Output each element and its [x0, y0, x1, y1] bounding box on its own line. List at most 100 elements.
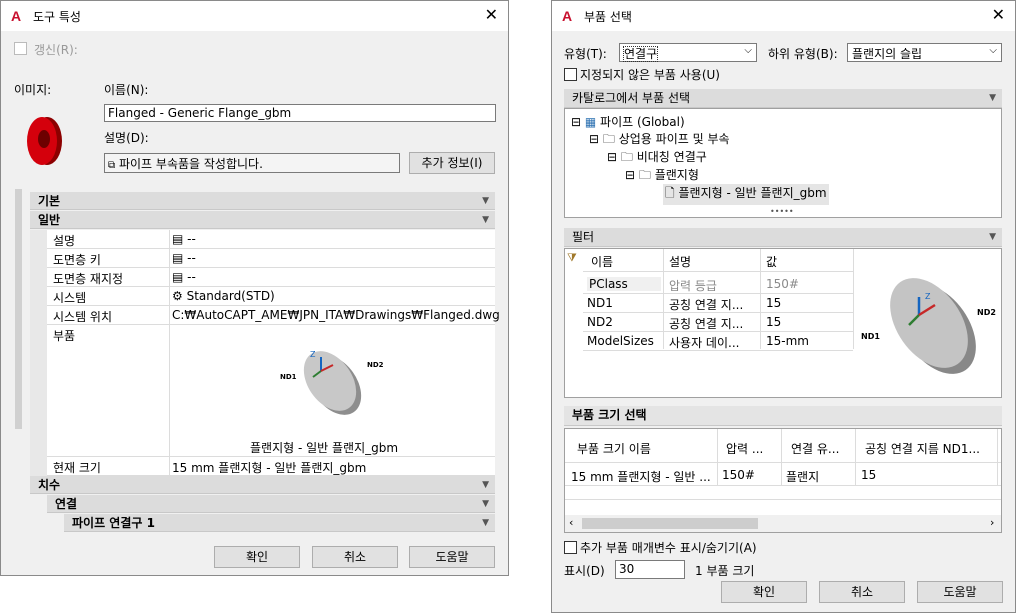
- type-label: 유형(T):: [564, 47, 607, 61]
- filter-row-pclass-name[interactable]: PClass: [587, 277, 661, 291]
- prop-row-description[interactable]: 설명 ▤ --: [47, 230, 495, 249]
- close-icon[interactable]: ✕: [485, 7, 498, 23]
- show-params-checkbox[interactable]: [564, 541, 577, 554]
- filter-row-modelsizes-name[interactable]: ModelSizes: [587, 334, 654, 348]
- catalog-icon: ▦: [584, 115, 597, 129]
- name-input[interactable]: Flanged - Generic Flange_gbm: [104, 104, 496, 122]
- refresh-label: 갱신(R):: [34, 43, 78, 57]
- z-axis-label: Z: [310, 350, 316, 359]
- prop-row-current-size[interactable]: 현재 크기 15 mm 플랜지형 - 일반 플랜지_gbm: [47, 457, 495, 476]
- size-row-name[interactable]: 15 mm 플랜지형 - 일반 ...: [571, 468, 711, 485]
- table-icon: ▤: [172, 232, 184, 246]
- size-row-connection[interactable]: 플랜지: [786, 468, 819, 485]
- splitter-grip[interactable]: •••••: [770, 207, 794, 216]
- section-basic[interactable]: 기본 ▼: [30, 192, 495, 210]
- catalog-tree[interactable]: ⊟ ▦ 파이프 (Global) ⊟ 🗀 상업용 파이프 및 부속 ⊟ 🗀 비대…: [564, 108, 1002, 218]
- ok-button[interactable]: 확인: [721, 581, 807, 603]
- tree-node-selected-part[interactable]: 🗋 플랜지형 - 일반 플랜지_gbm: [663, 184, 829, 205]
- part-selection-dialog: A 부품 선택 ✕ 유형(T): 연결구 ⌵ 하위 유형(B): 플랜지의 슬립 ⌵…: [551, 0, 1016, 613]
- cancel-button[interactable]: 취소: [819, 581, 905, 603]
- size-table: 부품 크기 이름 압력 ... 연결 유... 공칭 연결 지름 ND1... …: [564, 428, 1002, 533]
- prop-key: 시스템: [53, 291, 87, 305]
- filter-icon: ⧩: [567, 251, 577, 264]
- prop-row-layer-key[interactable]: 도면층 키 ▤ --: [47, 249, 495, 268]
- size-col-connection[interactable]: 연결 유...: [791, 440, 839, 457]
- part-preview-image: Z ND1 ND2: [280, 350, 384, 415]
- filter-row-nd2-name[interactable]: ND2: [587, 315, 613, 329]
- unassigned-label: 지정되지 않은 부품 사용(U): [580, 68, 720, 82]
- ok-button[interactable]: 확인: [214, 546, 300, 568]
- catalog-header[interactable]: 카탈로그에서 부품 선택 ▼: [564, 89, 1002, 108]
- chevron-down-icon: ⌵: [744, 45, 752, 56]
- scroll-left-icon[interactable]: ‹: [569, 516, 573, 529]
- size-row-nd1[interactable]: 15: [861, 468, 876, 482]
- section-basic-label: 기본: [38, 194, 61, 208]
- description-label: 설명(D):: [104, 131, 149, 145]
- prop-value: 15 mm 플랜지형 - 일반 플랜지_gbm: [172, 461, 367, 475]
- filter-row-modelsizes-value[interactable]: 15-mm: [766, 334, 809, 348]
- nd2-label: ND2: [367, 361, 384, 369]
- type-dropdown[interactable]: 연결구 ⌵: [619, 43, 757, 62]
- filter-row-pclass-desc: 압력 등급: [669, 279, 717, 293]
- prop-value: ▤ --: [172, 232, 196, 246]
- size-col-nd1[interactable]: 공칭 연결 지름 ND1...: [865, 440, 980, 457]
- filter-header-label: 필터: [572, 230, 595, 244]
- prop-key: 도면층 키: [53, 253, 101, 267]
- filter-row-nd1-name[interactable]: ND1: [587, 296, 613, 310]
- description-value: 파이프 부속품을 작성합니다.: [118, 157, 263, 171]
- section-pipe-connector[interactable]: 파이프 연결구 1 ▼: [64, 514, 495, 532]
- filter-row-nd2-value[interactable]: 15: [766, 315, 781, 329]
- description-input[interactable]: ⧉ 파이프 부속품을 작성합니다.: [104, 153, 400, 173]
- dialog-title: 부품 선택: [584, 9, 632, 24]
- section-connection-label: 연결: [55, 497, 78, 511]
- section-general[interactable]: 일반 ▼: [30, 211, 495, 229]
- prop-row-system-location[interactable]: 시스템 위치 C:₩AutoCAPT_AME₩JPN_ITA₩Drawings₩F…: [47, 306, 500, 325]
- size-header-label: 부품 크기 선택: [572, 408, 647, 422]
- collapse-icon: ▼: [989, 93, 996, 103]
- more-info-button[interactable]: 추가 정보(I): [409, 152, 495, 174]
- nd1-label: ND1: [861, 332, 880, 341]
- filter-col-desc[interactable]: 설명: [669, 253, 691, 270]
- prop-key: 현재 크기: [53, 461, 101, 475]
- subtype-label: 하위 유형(B):: [768, 47, 838, 61]
- prop-row-layer-override[interactable]: 도면층 재지정 ▤ --: [47, 268, 495, 287]
- scroll-right-icon[interactable]: ›: [990, 516, 994, 529]
- autocad-logo-icon: A: [11, 8, 22, 24]
- prop-value: ▤ --: [172, 270, 196, 284]
- cancel-button[interactable]: 취소: [312, 546, 398, 568]
- unassigned-checkbox[interactable]: [564, 68, 577, 81]
- size-row-pressure[interactable]: 150#: [722, 468, 755, 482]
- z-axis-label: Z: [925, 292, 931, 301]
- subtype-dropdown[interactable]: 플랜지의 슬립 ⌵: [847, 43, 1002, 62]
- section-connection[interactable]: 연결 ▼: [47, 495, 495, 513]
- section-dimension-label: 치수: [38, 478, 61, 492]
- table-icon: ▤: [172, 251, 184, 265]
- filter-col-value[interactable]: 값: [766, 253, 777, 270]
- horizontal-scrollbar[interactable]: ‹ ›: [565, 515, 1001, 532]
- part-icon: 🗋: [665, 186, 675, 200]
- filter-row-pclass-value[interactable]: 150#: [766, 277, 799, 291]
- filter-col-name[interactable]: 이름: [591, 253, 613, 270]
- tree-node-root[interactable]: ⊟ ▦ 파이프 (Global): [571, 113, 685, 130]
- folder-icon: 🗀: [602, 132, 615, 146]
- collapse-icon: ▼: [989, 232, 996, 242]
- dialog-title: 도구 특성: [33, 9, 81, 24]
- close-icon[interactable]: ✕: [992, 7, 1005, 23]
- filter-row-nd1-value[interactable]: 15: [766, 296, 781, 310]
- size-col-pressure[interactable]: 압력 ...: [726, 440, 763, 457]
- section-dimension[interactable]: 치수 ▼: [30, 476, 495, 494]
- help-button[interactable]: 도움말: [917, 581, 1003, 603]
- scrollbar-left[interactable]: [15, 189, 22, 429]
- refresh-checkbox[interactable]: [14, 42, 27, 55]
- size-col-name[interactable]: 부품 크기 이름: [577, 440, 651, 457]
- prop-row-system[interactable]: 시스템 ⚙ Standard(STD): [47, 287, 495, 306]
- help-button[interactable]: 도움말: [409, 546, 495, 568]
- scroll-thumb[interactable]: [582, 518, 758, 529]
- filter-header[interactable]: 필터 ▼: [564, 228, 1002, 247]
- display-count-input[interactable]: 30: [615, 560, 685, 579]
- prop-value: C:₩AutoCAPT_AME₩JPN_ITA₩Drawings₩Flanged…: [172, 308, 500, 322]
- collapse-icon: ▼: [482, 215, 489, 225]
- prop-row-part[interactable]: 부품 Z ND1 ND2 플랜지형 - 일반 플랜지_gbm: [47, 325, 495, 457]
- collapse-icon: ▼: [482, 518, 489, 528]
- prop-value: ⚙ Standard(STD): [172, 289, 275, 303]
